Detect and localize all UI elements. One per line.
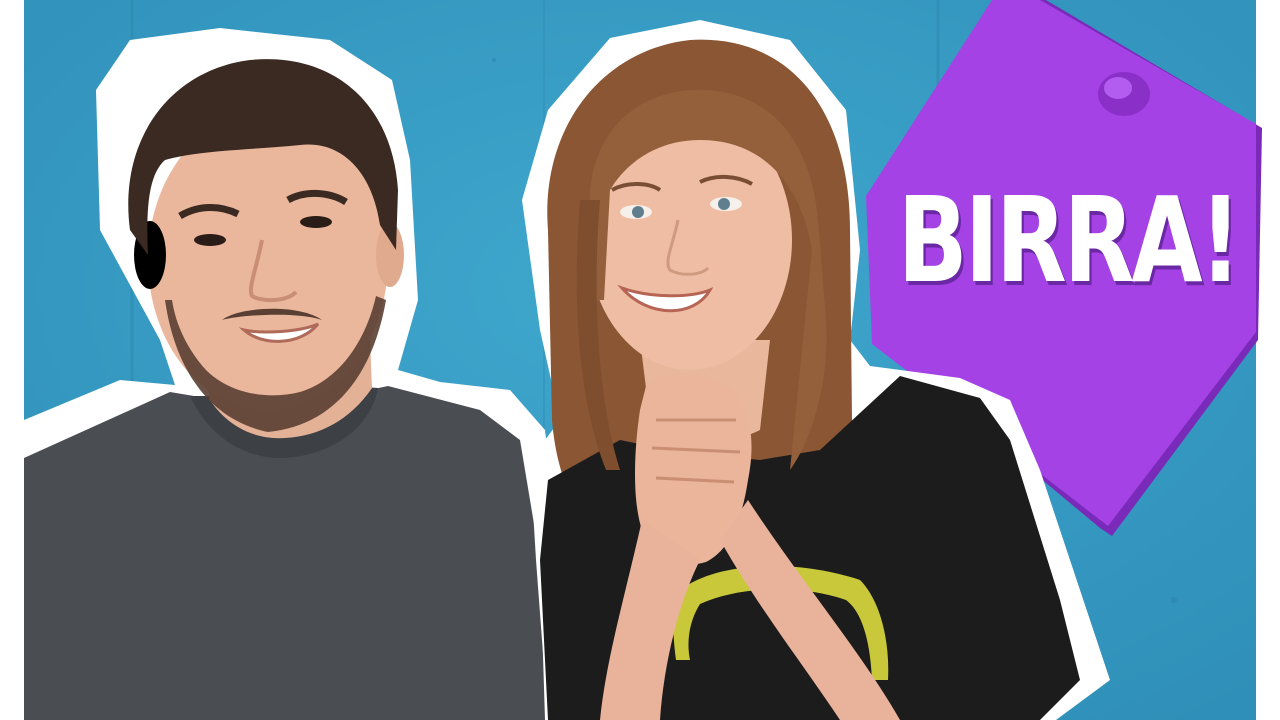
people-scene <box>24 0 1262 720</box>
man-cutout <box>24 28 560 720</box>
sticky-note-text: BIRRA! <box>897 171 1242 309</box>
video-thumbnail: BIRRA! <box>0 0 1280 720</box>
